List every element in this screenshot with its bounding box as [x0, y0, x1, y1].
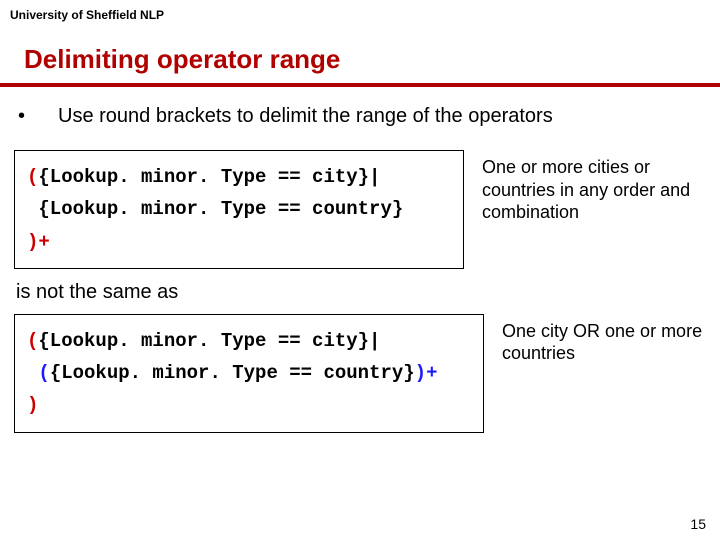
- code2-line2-mid: {Lookup. minor. Type == country}: [50, 362, 415, 384]
- mid-text: is not the same as: [16, 281, 706, 304]
- bullet-marker: •: [14, 105, 58, 128]
- paren-open-blue: (: [38, 362, 49, 384]
- note-1: One or more cities or countries in any o…: [464, 150, 706, 224]
- code1-line1: {Lookup. minor. Type == city}|: [38, 166, 380, 188]
- code2-line1: {Lookup. minor. Type == city}|: [38, 330, 380, 352]
- code-box-1: ({Lookup. minor. Type == city}| {Lookup.…: [14, 150, 464, 269]
- code2-line2-pre: [27, 362, 38, 384]
- example-2-row: ({Lookup. minor. Type == city}| ({Lookup…: [14, 314, 706, 433]
- bullet-row: • Use round brackets to delimit the rang…: [14, 105, 706, 128]
- paren-open-red-2: (: [27, 330, 38, 352]
- code1-line2: {Lookup. minor. Type == country}: [27, 198, 403, 220]
- code-box-2: ({Lookup. minor. Type == city}| ({Lookup…: [14, 314, 484, 433]
- slide-content: • Use round brackets to delimit the rang…: [0, 105, 720, 433]
- example-1-row: ({Lookup. minor. Type == city}| {Lookup.…: [14, 150, 706, 269]
- title-rule: [0, 83, 720, 87]
- paren-open-red: (: [27, 166, 38, 188]
- slide-title: Delimiting operator range: [0, 24, 720, 83]
- page-number: 15: [690, 516, 706, 532]
- paren-close-red: )+: [27, 231, 50, 253]
- paren-close-red-2: ): [27, 394, 38, 416]
- note-2: One city OR one or more countries: [484, 314, 706, 365]
- bullet-text: Use round brackets to delimit the range …: [58, 105, 553, 128]
- header-affiliation: University of Sheffield NLP: [0, 0, 720, 24]
- paren-close-blue: )+: [415, 362, 438, 384]
